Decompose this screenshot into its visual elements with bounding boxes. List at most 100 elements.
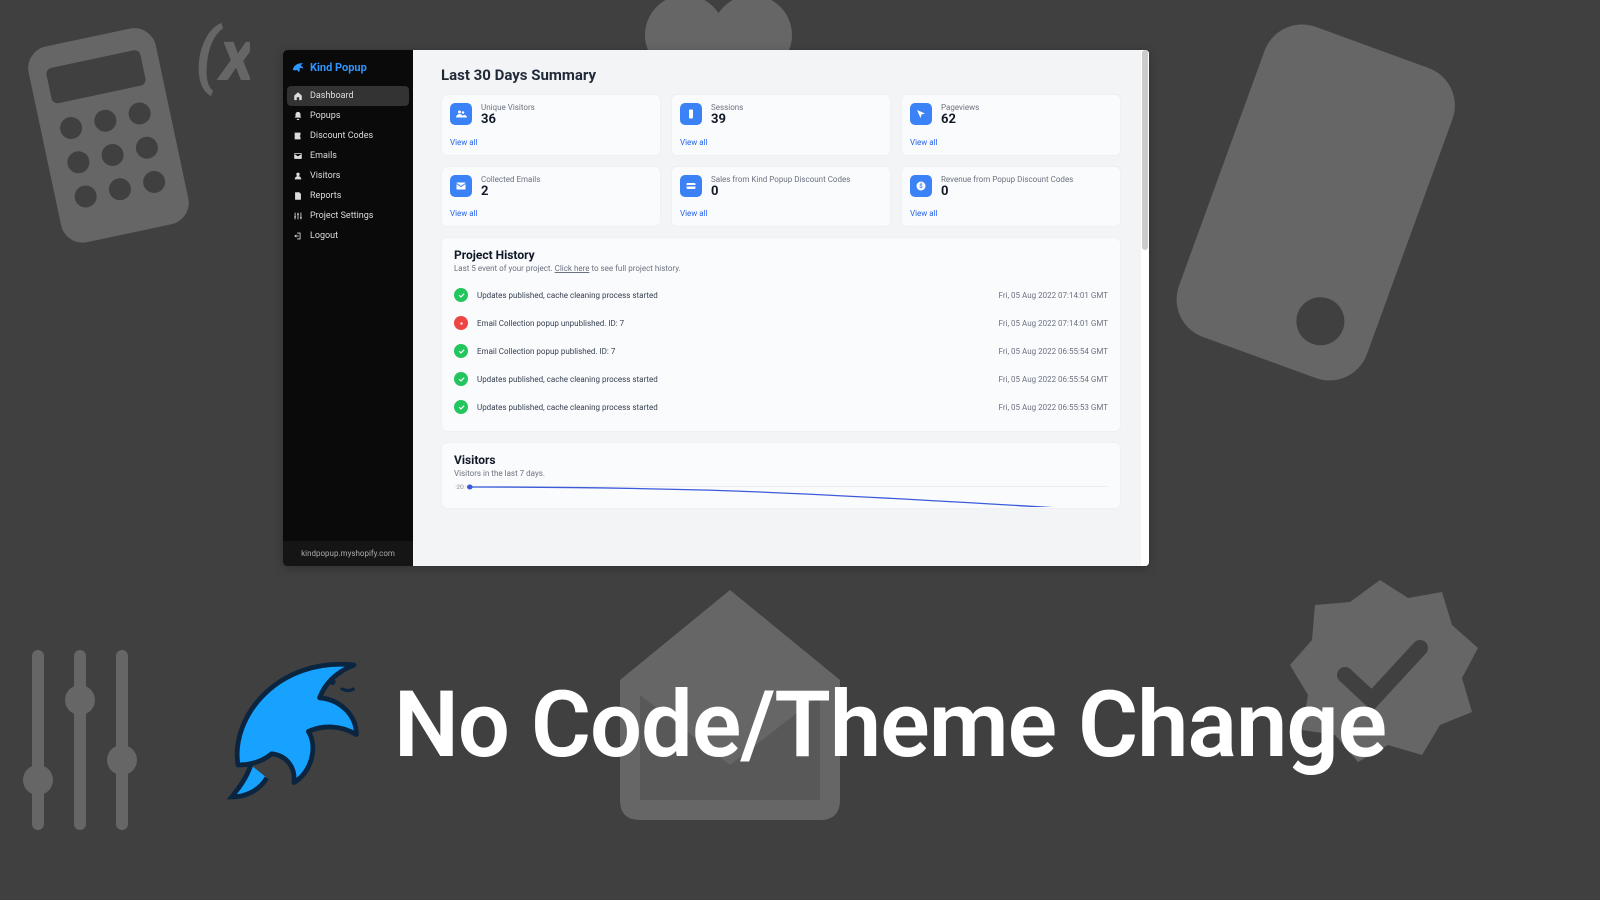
view-all-link[interactable]: View all: [680, 138, 882, 147]
sidebar-item-label: Emails: [310, 151, 337, 161]
main-content: Last 30 Days Summary Unique Visitors 36 …: [413, 50, 1149, 566]
history-row: Email Collection popup unpublished. ID: …: [454, 309, 1108, 337]
sidebar-item-label: Discount Codes: [310, 131, 373, 141]
history-time: Fri, 05 Aug 2022 07:14:01 GMT: [999, 291, 1108, 300]
view-all-link[interactable]: View all: [680, 209, 882, 218]
sidebar-header: Kind Popup: [283, 50, 413, 82]
card-label: Collected Emails: [481, 175, 540, 184]
scrollbar[interactable]: [1141, 50, 1149, 566]
card-unique-visitors: Unique Visitors 36 View all: [441, 94, 661, 156]
card-label: Unique Visitors: [481, 103, 535, 112]
card-label: Sales from Kind Popup Discount Codes: [711, 175, 850, 184]
card-collected-emails: Collected Emails 2 View all: [441, 166, 661, 228]
visitors-chart: 20: [454, 486, 1108, 506]
sidebar-item-label: Dashboard: [310, 91, 354, 101]
check-icon: [454, 372, 468, 386]
sidebar-item-project-settings[interactable]: Project Settings: [287, 206, 409, 226]
card-sales-discount: Sales from Kind Popup Discount Codes 0 V…: [671, 166, 891, 228]
sidebar-item-dashboard[interactable]: Dashboard: [287, 86, 409, 106]
sliders-icon: [293, 211, 303, 221]
view-all-link[interactable]: View all: [450, 209, 652, 218]
card-revenue-discount: $ Revenue from Popup Discount Codes 0 Vi…: [901, 166, 1121, 228]
sidebar-footer: kindpopup.myshopify.com: [283, 541, 413, 566]
home-icon: [293, 91, 303, 101]
sidebar-item-label: Logout: [310, 231, 338, 241]
subtitle-text: Last 5 event of your project.: [454, 264, 555, 273]
history-text: Email Collection popup published. ID: 7: [477, 347, 615, 356]
panel-title: Visitors: [454, 453, 1108, 467]
card-value: 36: [481, 112, 535, 128]
sidebar-item-label: Popups: [310, 111, 340, 121]
card-label: Sessions: [711, 103, 743, 112]
card-value: 2: [481, 184, 540, 200]
panel-subtitle: Last 5 event of your project. Click here…: [454, 264, 1108, 273]
sidebar-item-visitors[interactable]: Visitors: [287, 166, 409, 186]
card-value: 39: [711, 112, 743, 128]
app-title: Kind Popup: [310, 61, 367, 74]
summary-cards: Unique Visitors 36 View all Sessions 39 …: [441, 94, 1121, 227]
visitors-icon: [450, 103, 472, 125]
card-icon: [680, 175, 702, 197]
click-here-link[interactable]: Click here: [555, 264, 590, 273]
check-icon: [454, 288, 468, 302]
history-row: Updates published, cache cleaning proces…: [454, 281, 1108, 309]
history-text: Updates published, cache cleaning proces…: [477, 291, 658, 300]
svg-text:$: $: [919, 183, 923, 190]
history-row: Updates published, cache cleaning proces…: [454, 393, 1108, 421]
bg-calculator: (x): [20, 10, 250, 270]
history-time: Fri, 05 Aug 2022 06:55:54 GMT: [999, 347, 1108, 356]
sidebar-item-logout[interactable]: Logout: [287, 226, 409, 246]
panel-subtitle: Visitors in the last 7 days.: [454, 469, 1108, 478]
sidebar-item-label: Visitors: [310, 171, 340, 181]
check-icon: [454, 400, 468, 414]
view-all-link[interactable]: View all: [910, 138, 1112, 147]
bg-phone: [1150, 10, 1490, 430]
nav: Dashboard Popups Discount Codes Emails V…: [283, 82, 413, 541]
sidebar-item-popups[interactable]: Popups: [287, 106, 409, 126]
card-value: 62: [941, 112, 979, 128]
dolphin-logo-icon: [291, 60, 305, 74]
user-icon: [293, 171, 303, 181]
visitors-panel: Visitors Visitors in the last 7 days. 20: [441, 442, 1121, 509]
tagline-section: No Code/Theme Change: [0, 640, 1600, 810]
sidebar: Kind Popup Dashboard Popups Discount Cod…: [283, 50, 413, 566]
history-row: Email Collection popup published. ID: 7 F…: [454, 337, 1108, 365]
sidebar-item-label: Project Settings: [310, 211, 373, 221]
view-all-link[interactable]: View all: [910, 209, 1112, 218]
bell-icon: [293, 111, 303, 121]
sidebar-item-reports[interactable]: Reports: [287, 186, 409, 206]
dolphin-logo-large-icon: [214, 640, 374, 810]
card-pageviews: Pageviews 62 View all: [901, 94, 1121, 156]
sidebar-item-discount-codes[interactable]: Discount Codes: [287, 126, 409, 146]
y-tick-label: 20: [456, 484, 464, 492]
view-all-link[interactable]: View all: [450, 138, 652, 147]
dollar-icon: $: [910, 175, 932, 197]
project-history-panel: Project History Last 5 event of your pro…: [441, 237, 1121, 432]
history-text: Email Collection popup unpublished. ID: …: [477, 319, 624, 328]
history-row: Updates published, cache cleaning proces…: [454, 365, 1108, 393]
history-time: Fri, 05 Aug 2022 07:14:01 GMT: [999, 319, 1108, 328]
tag-icon: [293, 131, 303, 141]
sidebar-item-label: Reports: [310, 191, 341, 201]
sidebar-item-emails[interactable]: Emails: [287, 146, 409, 166]
history-time: Fri, 05 Aug 2022 06:55:53 GMT: [999, 403, 1108, 412]
mail-icon: [293, 151, 303, 161]
panel-title: Project History: [454, 248, 1108, 262]
check-icon: [454, 344, 468, 358]
page-title: Last 30 Days Summary: [441, 66, 1121, 84]
error-icon: [454, 316, 468, 330]
subtitle-text: to see full project history.: [589, 264, 680, 273]
app-window: Kind Popup Dashboard Popups Discount Cod…: [283, 50, 1149, 566]
sessions-icon: [680, 103, 702, 125]
pageviews-icon: [910, 103, 932, 125]
card-label: Revenue from Popup Discount Codes: [941, 175, 1073, 184]
report-icon: [293, 191, 303, 201]
tagline-text: No Code/Theme Change: [394, 672, 1386, 779]
history-time: Fri, 05 Aug 2022 06:55:54 GMT: [999, 375, 1108, 384]
card-value: 0: [711, 184, 850, 200]
card-value: 0: [941, 184, 1073, 200]
logout-icon: [293, 231, 303, 241]
card-label: Pageviews: [941, 103, 979, 112]
svg-text:(x): (x): [195, 13, 250, 98]
history-text: Updates published, cache cleaning proces…: [477, 375, 658, 384]
